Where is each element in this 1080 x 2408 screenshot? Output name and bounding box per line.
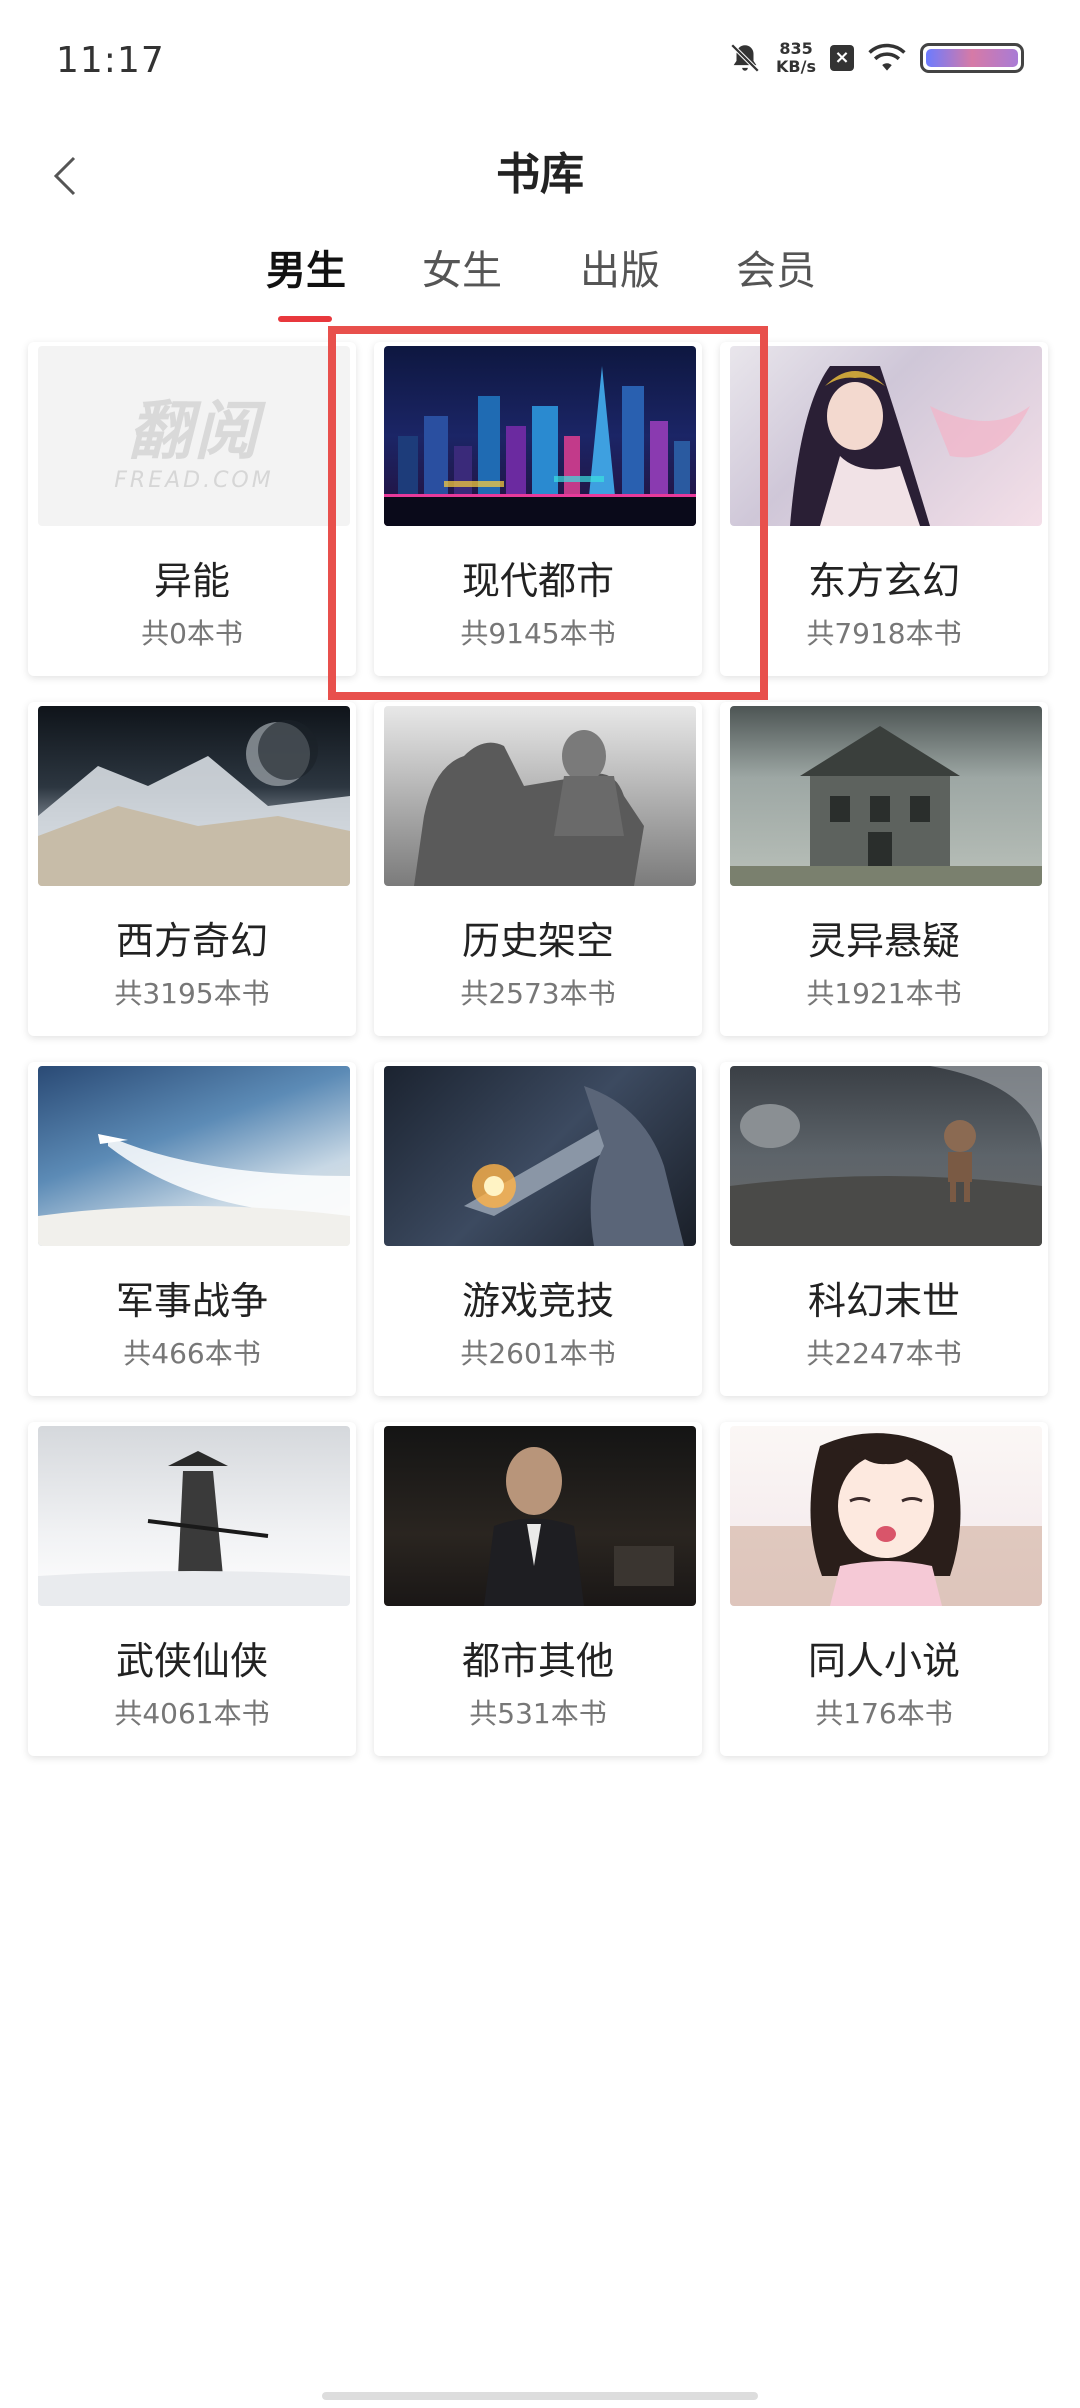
mecha-battle-image xyxy=(384,1066,696,1246)
category-name: 同人小说 xyxy=(807,1639,960,1683)
wifi-icon xyxy=(868,43,906,71)
battery-icon xyxy=(920,43,1024,73)
category-name: 现代都市 xyxy=(461,559,614,603)
home-indicator[interactable] xyxy=(322,2392,758,2400)
category-card-supernatural-mystery[interactable]: 灵异悬疑 共1921本书 xyxy=(720,702,1048,1036)
status-bar: 11:17 835 KB/s × xyxy=(0,0,1080,126)
category-count: 共9145本书 xyxy=(460,617,616,650)
category-name: 游戏竞技 xyxy=(461,1279,614,1323)
active-tab-indicator xyxy=(278,316,332,322)
jet-above-clouds-image xyxy=(38,1066,350,1246)
network-speed: 835 KB/s xyxy=(776,40,816,76)
fread-logo-text: 翻阅 xyxy=(128,394,260,469)
category-count: 共466本书 xyxy=(123,1337,261,1370)
anime-girl-image xyxy=(730,1426,1042,1606)
category-card-modern-city[interactable]: 现代都市 共9145本书 xyxy=(374,342,702,676)
category-count: 共7918本书 xyxy=(806,617,962,650)
mountain-planet-image xyxy=(38,706,350,886)
robot-on-moon-image xyxy=(730,1066,1042,1246)
fantasy-woman-image xyxy=(730,346,1042,526)
category-card-superpower[interactable]: 翻阅 FREAD.COM 异能 共0本书 xyxy=(28,342,356,676)
category-tabs: 男生 女生 出版 会员 xyxy=(0,238,1080,328)
category-count: 共2573本书 xyxy=(460,977,616,1010)
bell-muted-icon xyxy=(730,43,760,73)
category-card-scifi-apocalypse[interactable]: 科幻末世 共2247本书 xyxy=(720,1062,1048,1396)
category-name: 东方玄幻 xyxy=(807,559,960,603)
status-icons: 835 KB/s × xyxy=(728,40,1024,76)
category-name: 军事战争 xyxy=(115,1279,268,1323)
category-count: 共2247本书 xyxy=(806,1337,962,1370)
category-count: 共4061本书 xyxy=(114,1697,270,1730)
status-time: 11:17 xyxy=(56,40,165,81)
man-in-suit-image xyxy=(384,1426,696,1606)
category-count: 共0本书 xyxy=(141,617,243,650)
category-card-gaming-esports[interactable]: 游戏竞技 共2601本书 xyxy=(374,1062,702,1396)
category-count: 共2601本书 xyxy=(460,1337,616,1370)
fread-logo-subtext: FREAD.COM xyxy=(114,467,274,493)
category-name: 异能 xyxy=(153,559,230,603)
haunted-house-image xyxy=(730,706,1042,886)
notification-x-icon: × xyxy=(830,45,854,71)
tab-published[interactable]: 出版 xyxy=(580,238,660,296)
category-count: 共1921本书 xyxy=(806,977,962,1010)
category-name: 武侠仙侠 xyxy=(115,1639,268,1683)
equestrian-statue-image xyxy=(384,706,696,886)
network-speed-unit: KB/s xyxy=(776,57,816,76)
category-count: 共531本书 xyxy=(469,1697,607,1730)
category-name: 历史架空 xyxy=(461,919,614,963)
tab-male[interactable]: 男生 xyxy=(266,238,346,296)
category-card-eastern-fantasy[interactable]: 东方玄幻 共7918本书 xyxy=(720,342,1048,676)
neon-city-image xyxy=(384,346,696,526)
fread-logo-image: 翻阅 FREAD.COM xyxy=(38,346,350,526)
category-name: 科幻末世 xyxy=(807,1279,960,1323)
category-card-fan-fiction[interactable]: 同人小说 共176本书 xyxy=(720,1422,1048,1756)
category-card-urban-other[interactable]: 都市其他 共531本书 xyxy=(374,1422,702,1756)
category-name: 都市其他 xyxy=(461,1639,614,1683)
category-card-military-war[interactable]: 军事战争 共466本书 xyxy=(28,1062,356,1396)
category-name: 西方奇幻 xyxy=(115,919,268,963)
network-speed-value: 835 xyxy=(779,39,813,58)
tab-membership[interactable]: 会员 xyxy=(736,238,816,296)
category-name: 灵异悬疑 xyxy=(807,919,960,963)
tab-female[interactable]: 女生 xyxy=(422,238,502,296)
category-card-martial-arts-xianxia[interactable]: 武侠仙侠 共4061本书 xyxy=(28,1422,356,1756)
category-card-alternate-history[interactable]: 历史架空 共2573本书 xyxy=(374,702,702,1036)
swordsman-in-snow-image xyxy=(38,1426,350,1606)
page-title: 书库 xyxy=(496,149,584,200)
category-count: 共176本书 xyxy=(815,1697,953,1730)
category-count: 共3195本书 xyxy=(114,977,270,1010)
category-card-western-fantasy[interactable]: 西方奇幻 共3195本书 xyxy=(28,702,356,1036)
nav-bar: 书库 xyxy=(0,126,1080,226)
